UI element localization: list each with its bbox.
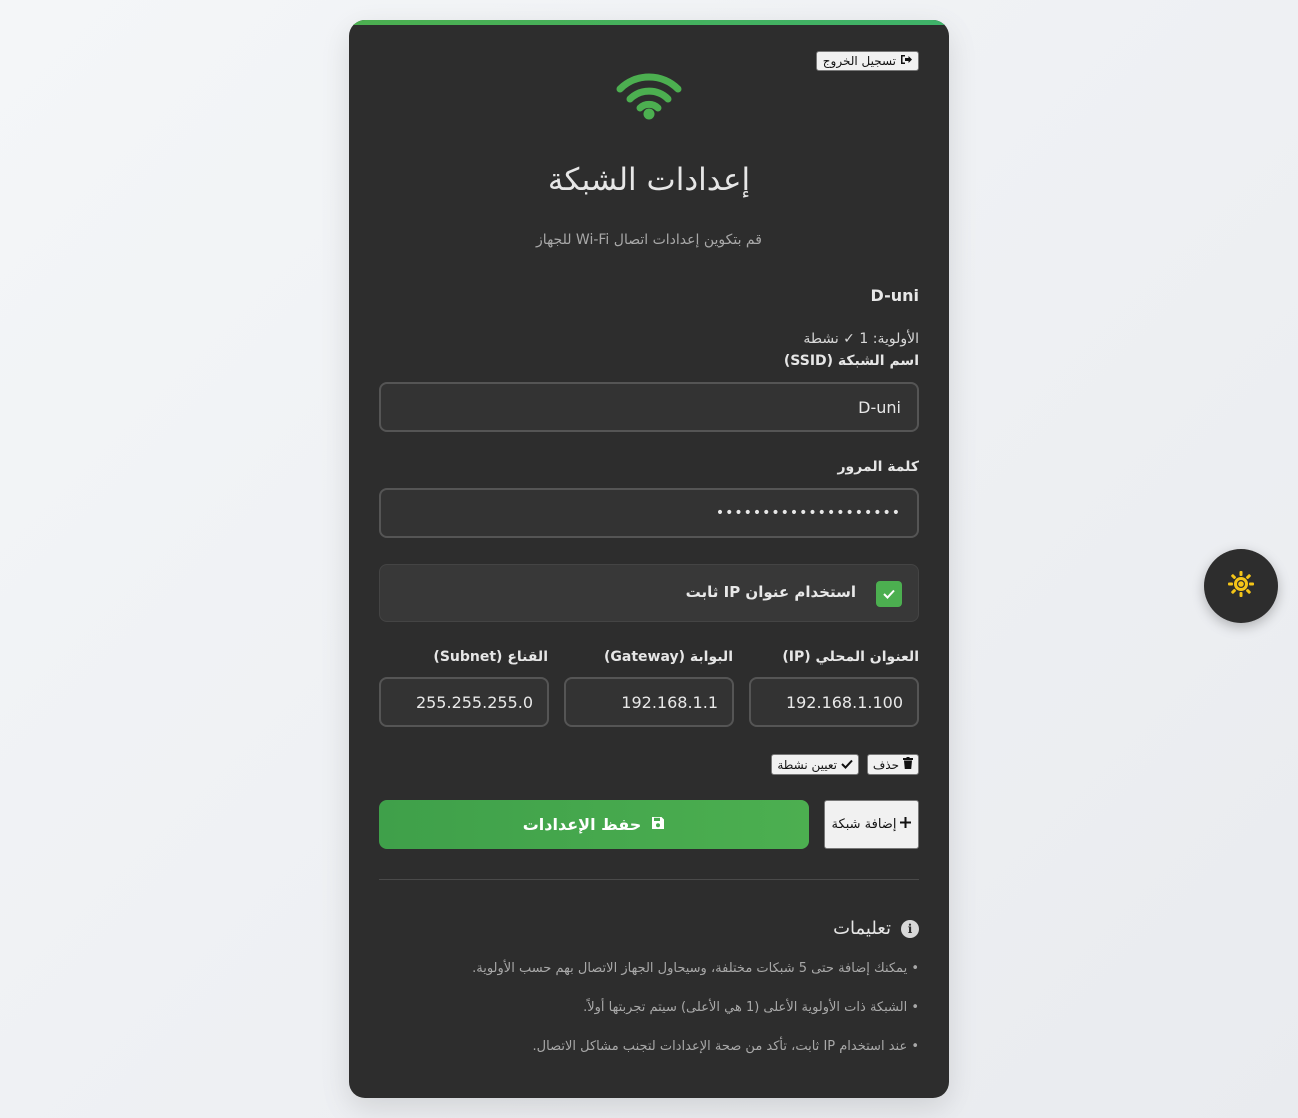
instruction-item: • يمكنك إضافة حتى 5 شبكات مختلفة، وسيحاو… [472,961,919,976]
add-network-button[interactable]: إضافة شبكة [824,800,919,849]
save-settings-button[interactable]: حفظ الإعدادات [379,800,809,849]
ssid-label: اسم الشبكة (SSID) [783,353,919,369]
subnet-value: 255.255.255.0 [415,692,533,712]
trash-icon [903,757,913,772]
plus-icon [900,817,912,832]
check-icon [841,758,853,772]
theme-toggle-button[interactable] [1204,549,1278,623]
floppy-disk-icon [651,815,665,834]
page-title: إعدادات الشبكة [547,162,751,198]
sign-out-icon [900,51,912,71]
delete-label: حذف [872,757,899,772]
add-network-label: إضافة شبكة [831,817,897,832]
ssid-value: D-uni [858,397,901,417]
password-input[interactable]: •••••••••••••••••••• [379,488,919,538]
subnet-input[interactable]: 255.255.255.0 [379,677,549,727]
settings-card: تسجيل الخروج إعدادات الشبكة قم بتكوين إع… [349,20,949,1098]
accent-bar [349,20,949,25]
ssid-input[interactable]: D-uni [379,382,919,432]
wifi-icon [616,72,682,120]
check-icon [883,589,895,599]
info-icon: i [901,919,919,938]
sun-icon [1227,570,1255,602]
gateway-input[interactable]: 192.168.1.1 [564,677,734,727]
instruction-item: • عند استخدام IP ثابت، تأكد من صحة الإعد… [532,1039,919,1054]
static-ip-checkbox[interactable] [876,581,902,607]
instructions-heading: i تعليمات [833,918,919,939]
ip-label: العنوان المحلي (IP) [782,649,919,665]
set-active-label: تعيين نشطة [777,757,837,772]
logout-label: تسجيل الخروج [822,54,896,68]
ip-value: 192.168.1.100 [785,692,903,712]
static-ip-toggle: استخدام عنوان IP ثابت [379,564,919,622]
divider [379,879,919,880]
ip-input[interactable]: 192.168.1.100 [749,677,919,727]
network-priority: الأولوية: 1 ✓ نشطة [803,331,919,347]
password-value: •••••••••••••••••••• [715,505,901,521]
password-label: كلمة المرور [837,459,919,475]
set-active-button[interactable]: تعيين نشطة [771,754,859,775]
logout-button[interactable]: تسجيل الخروج [815,51,919,71]
subnet-label: القناع (Subnet) [433,649,548,665]
network-name: D-uni [870,286,919,305]
delete-network-button[interactable]: حذف [866,754,919,775]
instruction-item: • الشبكة ذات الأولوية الأعلى (1 هي الأعل… [583,1000,919,1015]
static-ip-label: استخدام عنوان IP ثابت [685,583,856,601]
instructions-title: تعليمات [833,918,891,939]
gateway-value: 192.168.1.1 [621,692,718,712]
save-settings-label: حفظ الإعدادات [522,815,642,834]
page-subtitle: قم بتكوين إعدادات اتصال Wi-Fi للجهاز [536,232,762,248]
gateway-label: البوابة (Gateway) [604,649,733,665]
